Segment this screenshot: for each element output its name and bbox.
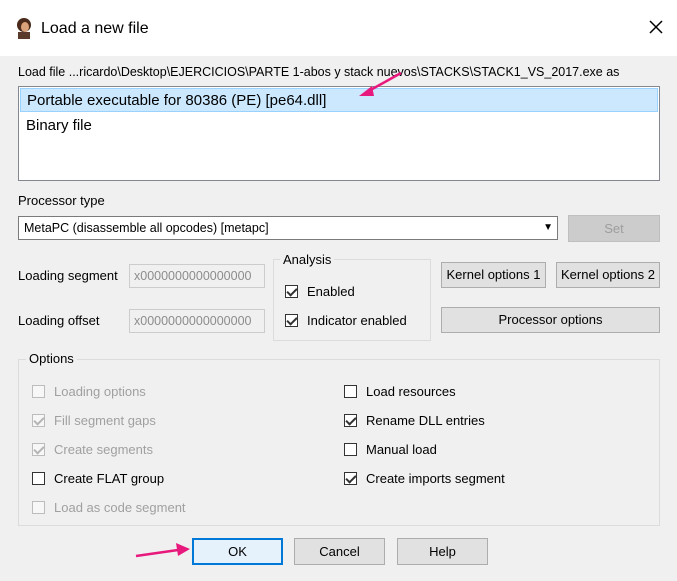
checkbox-checked-icon: [285, 284, 298, 298]
processor-type-select[interactable]: MetaPC (disassemble all opcodes) [metapc…: [18, 216, 558, 240]
create-flat-group-label: Create FLAT group: [54, 470, 165, 486]
manual-load-label: Manual load: [366, 441, 437, 457]
manual-load-checkbox[interactable]: Manual load: [344, 439, 437, 459]
processor-type-value: MetaPC (disassemble all opcodes) [metapc…: [24, 221, 269, 235]
load-resources-label: Load resources: [366, 383, 456, 399]
window-title: Load a new file: [41, 20, 149, 37]
list-item-label: Portable executable for 80386 (PE) [pe64…: [27, 92, 327, 109]
ok-button[interactable]: OK: [192, 538, 283, 565]
checkbox-unchecked-icon: [32, 471, 45, 485]
create-segments-label: Create segments: [54, 441, 153, 457]
loading-segment-field[interactable]: x0000000000000000: [129, 264, 265, 288]
list-item[interactable]: Binary file: [20, 114, 658, 138]
checkbox-checked-icon: [32, 413, 45, 427]
analysis-enabled-label: Enabled: [307, 283, 355, 299]
app-icon: [14, 17, 34, 39]
create-flat-group-checkbox[interactable]: Create FLAT group: [32, 468, 164, 488]
loading-options-checkbox[interactable]: Loading options: [32, 381, 146, 401]
analysis-enabled-checkbox[interactable]: Enabled: [285, 281, 355, 301]
checkbox-checked-icon: [344, 413, 357, 427]
checkbox-checked-icon: [285, 313, 298, 327]
checkbox-checked-icon: [32, 442, 45, 456]
create-imports-segment-label: Create imports segment: [366, 470, 505, 486]
load-as-code-segment-label: Load as code segment: [54, 499, 186, 515]
list-item-label: Binary file: [26, 117, 92, 134]
options-group-title: Options: [26, 351, 77, 366]
annotation-arrow-icon: [359, 71, 402, 96]
dropdown-arrow-icon: ▼: [543, 222, 553, 233]
fill-segment-gaps-checkbox[interactable]: Fill segment gaps: [32, 410, 156, 430]
file-format-list[interactable]: Portable executable for 80386 (PE) [pe64…: [18, 86, 660, 181]
close-button[interactable]: [644, 16, 668, 40]
fill-segment-gaps-label: Fill segment gaps: [54, 412, 156, 428]
loading-segment-label: Loading segment: [18, 268, 118, 283]
rename-dll-entries-checkbox[interactable]: Rename DLL entries: [344, 410, 485, 430]
indicator-enabled-checkbox[interactable]: Indicator enabled: [285, 310, 407, 330]
checkbox-checked-icon: [344, 471, 357, 485]
create-segments-checkbox[interactable]: Create segments: [32, 439, 153, 459]
analysis-group-title: Analysis: [280, 252, 335, 267]
loading-options-label: Loading options: [54, 383, 146, 399]
annotation-arrow-icon: [135, 543, 190, 558]
kernel-options-1-button[interactable]: Kernel options 1: [441, 262, 546, 288]
indicator-enabled-label: Indicator enabled: [307, 312, 407, 328]
kernel-options-2-button[interactable]: Kernel options 2: [556, 262, 660, 288]
set-button[interactable]: Set: [568, 215, 660, 242]
load-as-code-segment-checkbox[interactable]: Load as code segment: [32, 497, 186, 517]
loading-offset-field[interactable]: x0000000000000000: [129, 309, 265, 333]
checkbox-unchecked-icon: [344, 384, 357, 398]
checkbox-unchecked-icon: [32, 500, 45, 514]
close-icon: [649, 19, 663, 37]
cancel-button[interactable]: Cancel: [294, 538, 385, 565]
checkbox-unchecked-icon: [32, 384, 45, 398]
checkbox-unchecked-icon: [344, 442, 357, 456]
processor-options-button[interactable]: Processor options: [441, 307, 660, 333]
rename-dll-entries-label: Rename DLL entries: [366, 412, 485, 428]
create-imports-segment-checkbox[interactable]: Create imports segment: [344, 468, 505, 488]
list-item[interactable]: Portable executable for 80386 (PE) [pe64…: [20, 88, 658, 112]
load-resources-checkbox[interactable]: Load resources: [344, 381, 456, 401]
loading-offset-label: Loading offset: [18, 313, 100, 328]
processor-type-label: Processor type: [18, 193, 105, 208]
load-file-label: Load file ...ricardo\Desktop\EJERCICIOS\…: [18, 65, 620, 79]
help-button[interactable]: Help: [397, 538, 488, 565]
